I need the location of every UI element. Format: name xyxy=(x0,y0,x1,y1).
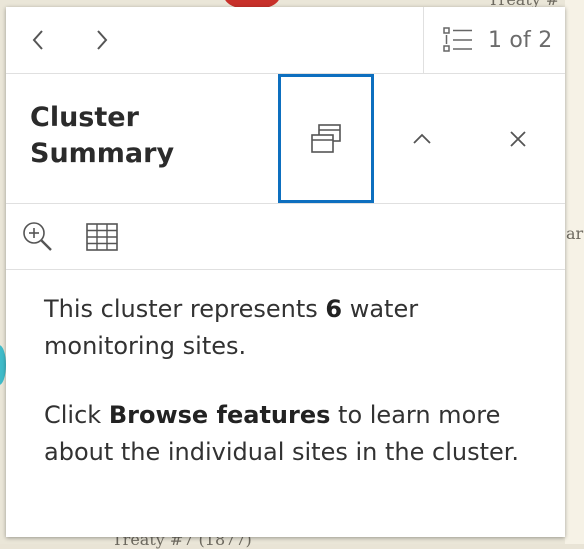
chevron-up-icon xyxy=(413,133,431,144)
popup-title-row: Cluster Summary xyxy=(6,74,565,204)
dock-icon xyxy=(311,123,341,153)
pager-count: 1 of 2 xyxy=(488,27,553,53)
dock-button[interactable] xyxy=(278,74,374,203)
browse-features-button[interactable] xyxy=(70,204,134,269)
popup-action-bar xyxy=(6,204,565,270)
zoom-in-icon xyxy=(23,221,52,251)
content-paragraph-1: This cluster represents 6 water monitori… xyxy=(44,295,419,360)
content-paragraph-2: Click Browse features to learn more abou… xyxy=(44,401,520,466)
close-icon xyxy=(509,130,526,147)
popup-title: Cluster Summary xyxy=(30,100,250,172)
chevron-left-icon xyxy=(32,30,43,50)
map-label-right: ar xyxy=(566,224,584,243)
zoom-to-button[interactable] xyxy=(6,204,70,269)
collapse-button[interactable] xyxy=(374,74,470,203)
feature-pager[interactable]: 1 of 2 xyxy=(423,7,566,73)
site-count: 6 xyxy=(325,295,343,323)
popup-content: This cluster represents 6 water monitori… xyxy=(44,291,544,503)
chevron-right-icon xyxy=(97,30,108,50)
cluster-popup: 1 of 2 Cluster Summary This cluster repr… xyxy=(6,7,565,537)
browse-features-text: Browse features xyxy=(108,401,331,429)
table-icon xyxy=(86,222,118,251)
previous-button[interactable] xyxy=(6,7,70,73)
title-line-1: Cluster xyxy=(30,102,139,133)
map-edge xyxy=(565,0,584,544)
next-button[interactable] xyxy=(70,7,134,73)
title-line-2: Summary xyxy=(30,138,175,169)
close-button[interactable] xyxy=(470,74,565,203)
list-icon xyxy=(443,27,472,52)
popup-header: 1 of 2 xyxy=(6,7,565,74)
